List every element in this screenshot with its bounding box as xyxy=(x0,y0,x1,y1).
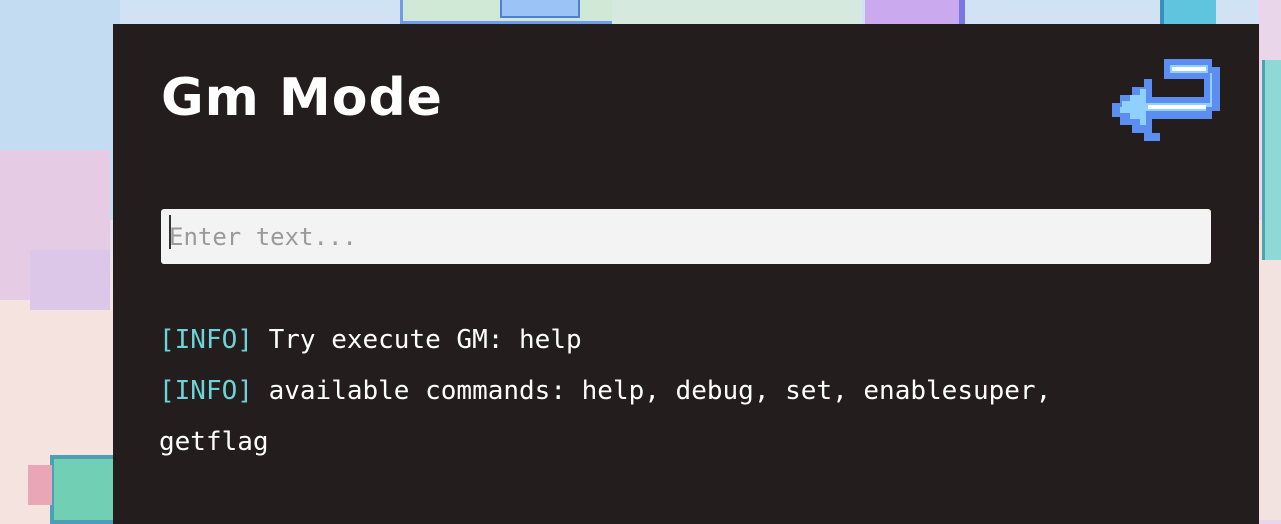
background-tile xyxy=(865,0,965,24)
background-tile xyxy=(1160,0,1216,24)
background-tile xyxy=(500,0,580,18)
text-caret xyxy=(169,215,171,249)
log-line: [INFO] Try execute GM: help xyxy=(159,315,1139,366)
background-cloud xyxy=(1258,220,1281,520)
background-tile xyxy=(28,465,52,505)
log-tag: [INFO] xyxy=(159,325,253,355)
background-tile xyxy=(1262,60,1281,260)
log-output: [INFO] Try execute GM: help [INFO] avail… xyxy=(159,315,1139,468)
background-tile xyxy=(50,455,113,524)
log-tag: [INFO] xyxy=(159,376,253,406)
background-cloud xyxy=(30,250,110,310)
background-tile xyxy=(612,0,862,24)
log-line: [INFO] available commands: help, debug, … xyxy=(159,366,1139,468)
panel-title: Gm Mode xyxy=(161,68,443,128)
return-arrow-icon xyxy=(1112,59,1220,141)
log-message: Try execute GM: help xyxy=(252,325,582,355)
command-input[interactable] xyxy=(161,209,1211,264)
log-message: available commands: help, debug, set, en… xyxy=(159,376,1052,457)
back-button[interactable] xyxy=(1108,57,1228,149)
